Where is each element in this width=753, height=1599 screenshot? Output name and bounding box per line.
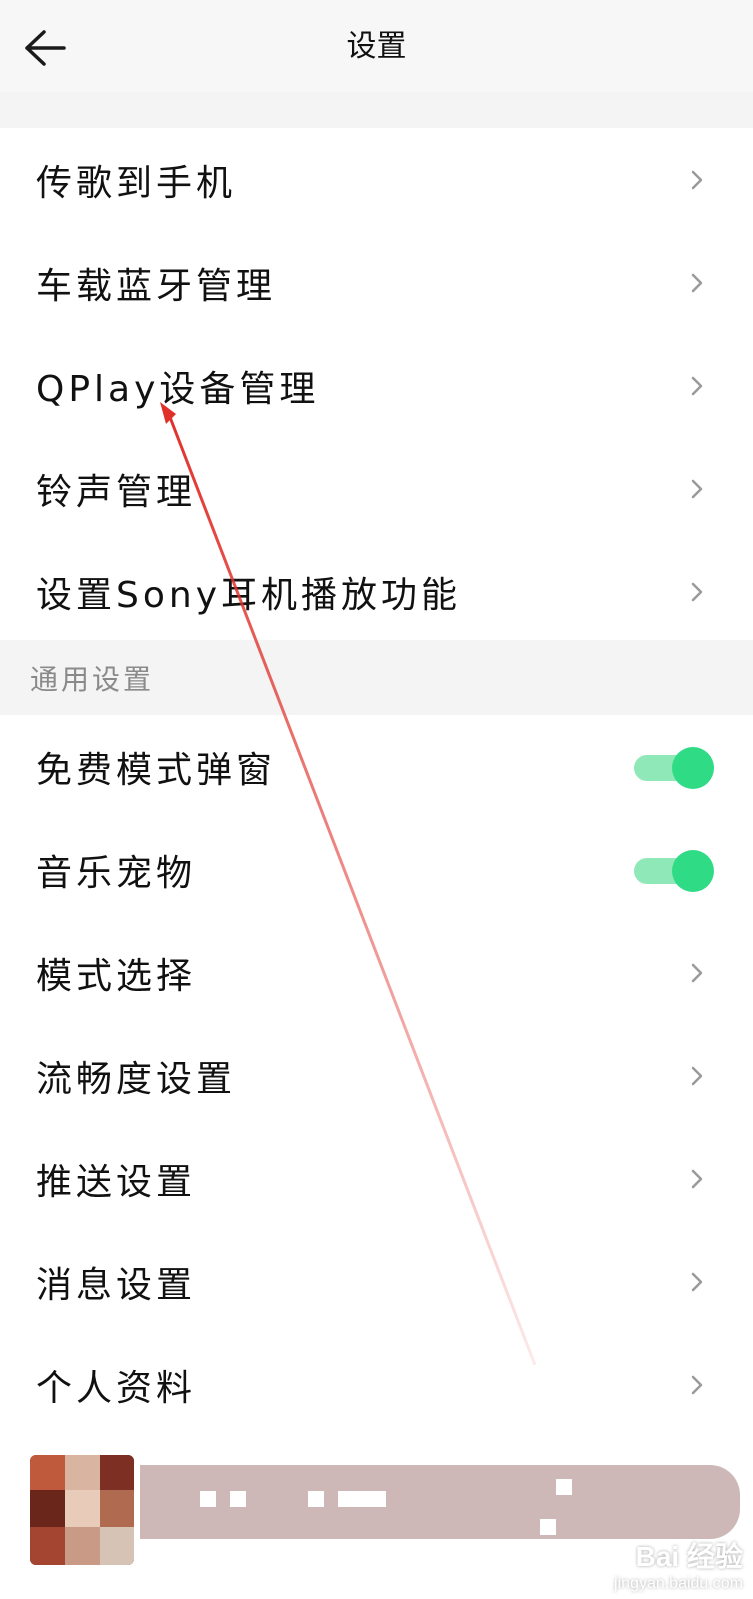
chevron-right-icon <box>691 1169 703 1188</box>
item-label: 音乐宠物 <box>36 852 197 894</box>
chevron-right-icon <box>691 1375 703 1394</box>
chevron-right-icon <box>691 1066 703 1085</box>
section-title: 通用设置 <box>30 663 155 696</box>
item-label: QPlay设备管理 <box>36 368 320 410</box>
toggle-knob <box>672 849 714 892</box>
mini-player[interactable]: Bai 经验 jingyan.baidu.com <box>30 1455 753 1599</box>
page-title: 设置 <box>346 29 407 64</box>
item-label: 车载蓝牙管理 <box>36 265 277 307</box>
chevron-right-icon <box>691 479 703 498</box>
pixel-block <box>200 1491 216 1507</box>
settings-item-sony-headphones[interactable]: 设置Sony耳机播放功能 <box>0 540 753 643</box>
item-label: 传歌到手机 <box>36 162 237 204</box>
chevron-right-icon <box>691 376 703 395</box>
settings-item-free-mode-popup: 免费模式弹窗 <box>0 715 753 818</box>
settings-item-mode-select[interactable]: 模式选择 <box>0 921 753 1024</box>
settings-item-ringtone[interactable]: 铃声管理 <box>0 437 753 540</box>
settings-item-transfer-songs[interactable]: 传歌到手机 <box>0 128 753 231</box>
back-button[interactable] <box>18 22 70 74</box>
chevron-right-icon <box>691 963 703 982</box>
item-label: 消息设置 <box>36 1264 197 1306</box>
chevron-right-icon <box>691 1272 703 1291</box>
chevron-right-icon <box>691 170 703 189</box>
settings-item-car-bluetooth[interactable]: 车载蓝牙管理 <box>0 231 753 334</box>
section-header-general: 通用设置 <box>0 640 753 715</box>
watermark-brand: Bai 经验 <box>635 1541 743 1572</box>
settings-item-push[interactable]: 推送设置 <box>0 1127 753 1230</box>
pixel-block <box>230 1491 246 1507</box>
settings-item-profile[interactable]: 个人资料 <box>0 1333 753 1436</box>
settings-item-smoothness[interactable]: 流畅度设置 <box>0 1024 753 1127</box>
obscured-track-info <box>140 1465 740 1539</box>
chevron-right-icon <box>691 273 703 292</box>
settings-item-qplay-devices[interactable]: QPlay设备管理 <box>0 334 753 437</box>
baidu-watermark: Bai 经验 jingyan.baidu.com <box>614 1535 743 1593</box>
settings-group-general: 免费模式弹窗 音乐宠物 模式选择 流畅度设置 推送设置 消息设置 个人资料 <box>0 715 753 1436</box>
item-label: 设置Sony耳机播放功能 <box>36 574 461 616</box>
item-label: 铃声管理 <box>36 471 197 513</box>
album-art-avatar[interactable] <box>30 1455 134 1565</box>
item-label: 流畅度设置 <box>36 1058 237 1100</box>
settings-item-music-pet: 音乐宠物 <box>0 818 753 921</box>
free-mode-popup-toggle[interactable] <box>634 746 714 789</box>
item-label: 推送设置 <box>36 1161 197 1203</box>
music-pet-toggle[interactable] <box>634 849 714 892</box>
pixel-block <box>540 1519 556 1535</box>
item-label: 模式选择 <box>36 955 197 997</box>
pixel-block <box>338 1491 386 1507</box>
settings-group-devices: 传歌到手机 车载蓝牙管理 QPlay设备管理 铃声管理 设置Sony耳机播放功能 <box>0 128 753 643</box>
back-arrow-icon <box>25 30 66 66</box>
watermark-url: jingyan.baidu.com <box>614 1575 743 1592</box>
top-app-bar: 设置 <box>0 0 753 92</box>
item-label: 个人资料 <box>36 1367 197 1409</box>
toggle-knob <box>672 746 714 789</box>
pixel-block <box>556 1479 572 1495</box>
item-label: 免费模式弹窗 <box>36 749 277 791</box>
pixel-block <box>308 1491 324 1507</box>
settings-item-messages[interactable]: 消息设置 <box>0 1230 753 1333</box>
top-divider <box>0 92 753 128</box>
chevron-right-icon <box>691 582 703 601</box>
